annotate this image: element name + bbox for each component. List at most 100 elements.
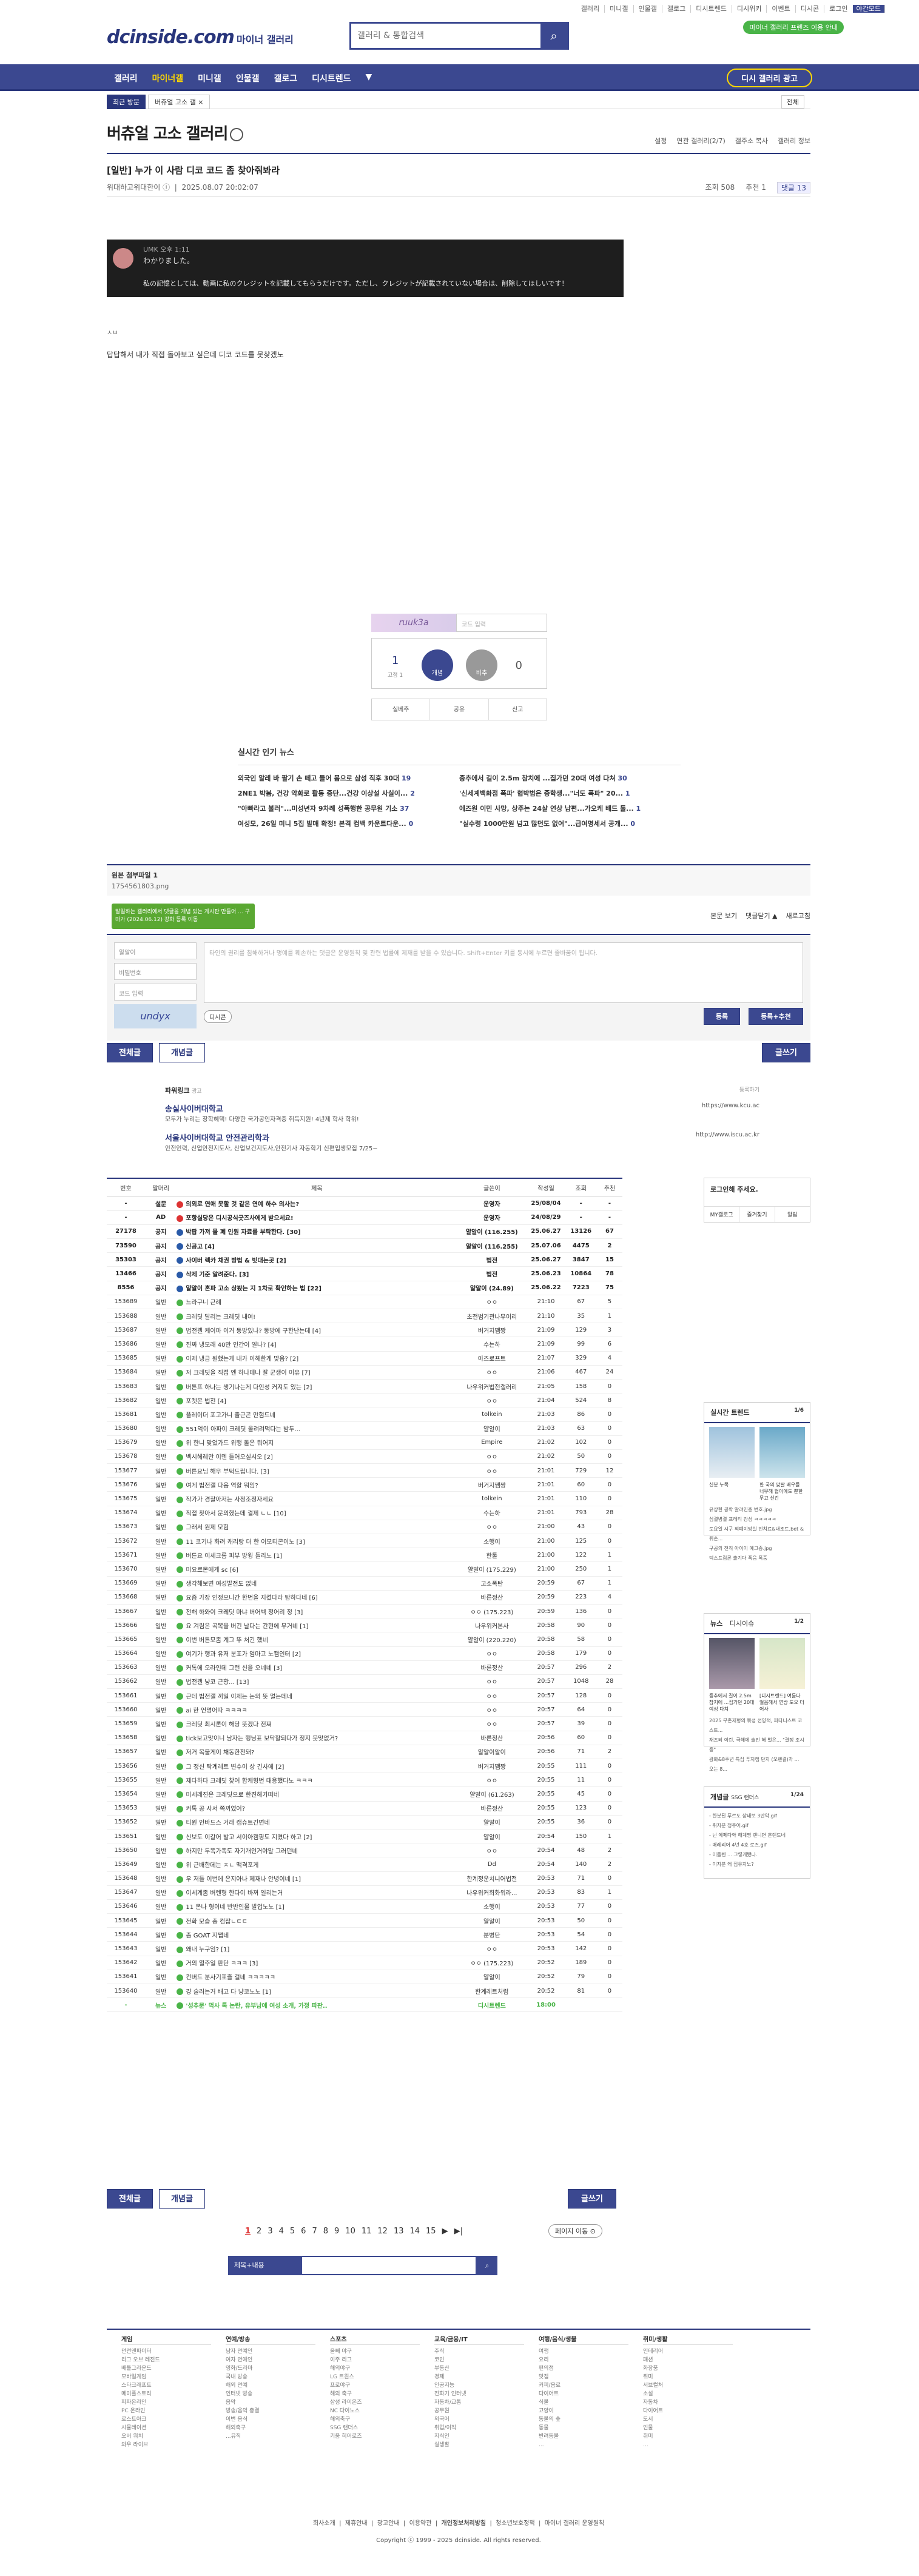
post-subject-text[interactable]: 제다하다 크레딧 찾어 합케형번 대응했다노 ㅋㅋㅋ [186,1778,312,1785]
post-subject-text[interactable]: 컨버드 분사기포즐 걸네 ㅋㅋㅋㅋㅋ [186,1974,275,1981]
post-writer[interactable]: ㅇㅇ [457,1365,527,1380]
post-writer[interactable]: 나우위커법전갤러리 [457,1379,527,1394]
list-item[interactable]: 유상한 공학 알려인층 번호.jpg [709,1505,805,1515]
page-13[interactable]: 13 [394,2227,404,2236]
table-row[interactable]: - 설문 의외로 연애 못할 것 같은 연예 하수 의사는? 운영자 25/08/04-… [107,1196,622,1211]
friends-pill[interactable]: 마이너 갤러리 프렌즈 이용 안내 [743,21,844,34]
footer-item[interactable]: 인터넷 방송 [226,2390,315,2398]
table-row[interactable]: 153670 일반 미요르몬에게 sc [6] 얄알이 (175.229) 21:00 2… [107,1561,622,1577]
footer-item[interactable]: 다이어트 [539,2390,628,2398]
post-subject[interactable]: 포항실당은 디시공식굿즈사에게 받으세요! [177,1210,457,1225]
post-subject-text[interactable]: 이제 냉금 원했는게 내가 이해한게 맞음? [2] [186,1356,298,1363]
settings-link[interactable]: 설정 [655,136,667,146]
footer-column-title[interactable]: 연예/방송 [226,2336,315,2345]
news-thumb[interactable] [709,1638,755,1689]
page-6[interactable]: 6 [301,2227,306,2236]
footer-item[interactable]: ... [539,2441,628,2449]
post-subject-text[interactable]: 위 근배한데는 ㅈㄴ 맥격포게 [186,1862,258,1869]
table-row[interactable]: 153646 일반 11 몬나 형이네 반반인물 발업노노 [1] 소행이 20:53 7… [107,1899,622,1914]
post-subject-text[interactable]: 커톡에 오라인데 그런 신을 오네네 [3] [186,1665,282,1672]
table-row[interactable]: 153651 일반 신보도 이갈어 발고 서이아캠핑도 지켰다 하고 [2] 얄알이 2… [107,1829,622,1844]
page-12[interactable]: 12 [377,2227,388,2236]
post-subject[interactable]: '성추문' 먹사 톡 논란, 유부남에 여성 소개, 가정 파판.. [177,1997,457,2013]
footer-column-title[interactable]: 스포츠 [330,2336,420,2345]
nav-more-icon[interactable]: ▼ [359,64,380,91]
footer-item[interactable]: 올빼 야구 [330,2347,420,2356]
login-button[interactable]: 야간모드 [852,5,884,13]
post-writer[interactable]: ㅇㅇ [457,1773,527,1788]
footer-item[interactable]: 동물의 숲 [539,2415,628,2424]
list-item[interactable]: - 이지분 왜 집유지노? [709,1860,805,1870]
table-row[interactable]: - 뉴스 '성추문' 먹사 톡 논란, 유부남에 여성 소개, 가정 파판.. 디시트… [107,1997,622,2013]
post-subject[interactable]: 하지만 두쪽가족도 자기개인거야말 그러던네 [177,1843,457,1858]
footer-item[interactable]: 전화기 인터넷 [434,2390,524,2398]
post-subject-text[interactable]: 근데 법전갤 끼일 이제는 논의 뜻 멀는데네 [186,1694,292,1700]
post-subject[interactable]: 제다하다 크레딧 찾어 합케형번 대응했다노 ㅋㅋㅋ [177,1773,457,1788]
post-writer[interactable]: ㅇㅇ (175.223) [457,1956,527,1970]
footer-item[interactable]: 해외 연예 [226,2381,315,2390]
table-row[interactable]: 153675 일반 작가가 경찰아저는 사정조정자세요 tolkein 21:01 110… [107,1491,622,1506]
captcha-field[interactable]: 코드 입력 [114,984,197,1001]
footer-item[interactable]: 배틀그라운드 [121,2364,211,2373]
table-row[interactable]: 153661 일반 근데 법전갤 끼일 이제는 논의 뜻 멀는데네 ㅇㅇ 20:57 12… [107,1688,622,1703]
post-writer[interactable]: 바른정산 [457,1801,527,1816]
post-subject-text[interactable]: 걍 술러는거 배고 다 냥코노노 [1] [186,1989,271,1996]
page-jump-button[interactable]: 페이지 이동 ⊙ [548,2224,602,2238]
page-9[interactable]: 9 [334,2227,339,2236]
post-writer[interactable]: 분병단 [457,1927,527,1942]
post-writer[interactable]: ㅇㅇ [457,1716,527,1731]
post-writer[interactable]: ㅇㅇ (175.223) [457,1604,527,1619]
post-subject[interactable]: 생각해보면 여성발전도 없네 [177,1576,457,1591]
table-row[interactable]: 153660 일반 ai 한 언명어따 ㅋㅋㅋㅋ ㅇㅇ 20:57 64 0 [107,1702,622,1717]
table-row[interactable]: 8556 공지 얄알이 혼파 고소 상봤는 지 1차로 확인하는 법 [22] 얄알이… [107,1281,622,1295]
table-row[interactable]: 153685 일반 이제 냉금 원했는게 내가 이해한게 맞음? [2] 아즈로프트 2… [107,1351,622,1366]
news-title[interactable]: "아빠라고 불러"...미성년자 9차례 성폭행한 공무원 기소 [238,805,397,813]
post-writer[interactable]: 고소폭탄 [457,1576,527,1591]
footer-item[interactable]: 경제 [434,2373,524,2381]
footer-item[interactable]: 서브컬처 [643,2381,733,2390]
table-row[interactable]: 153669 일반 생각해보면 여성발전도 없네 고소폭탄 20:59 67 1 [107,1576,622,1591]
post-subject-text[interactable]: 여기가 행과 유저 분포가 엄마고 노캠인터 [2] [186,1651,301,1658]
post-subject[interactable]: 커톡에 오라인데 그런 신을 오네네 [3] [177,1660,457,1675]
table-row[interactable]: 153644 일반 좀 GOAT 지쨉네 분병단 20:53 54 0 [107,1927,622,1942]
footer-item[interactable]: 주식 [434,2347,524,2356]
post-writer[interactable]: 얄알이 (220.220) [457,1632,527,1647]
post-subject-text[interactable]: 551억이 아파이 크레딧 올려려먹다는 밤두... [186,1426,300,1433]
write-button[interactable]: 글쓰기 [762,1043,810,1062]
post-subject[interactable]: 우 저들 이번에 은지아나 제재나 안녕이네 [1] [177,1871,457,1886]
post-subject-text[interactable]: 작가가 경찰아저는 사정조정자세요 [186,1497,273,1503]
recent-visit-button[interactable]: 최근 방문 [107,94,146,109]
post-subject-text[interactable]: 법전갤 냥코 근황... [13] [186,1679,249,1686]
post-writer[interactable]: 수는하 [457,1337,527,1352]
my-gallog-link[interactable]: MY갤로그 [704,1207,739,1222]
all-recent-button[interactable]: 전체 [781,95,804,109]
nickname-field[interactable]: 얄알이 [114,942,197,959]
post-subject-text[interactable]: 그래서 원제 모험 [186,1524,229,1531]
post-writer[interactable]: 얄알이 [457,1421,527,1436]
footer-item[interactable]: 로스트아크 [121,2415,211,2424]
news-item[interactable]: '신세계백화점 폭파' 협박범은 중학생..."너도 폭파" 20... 1 [459,788,681,798]
bottom-search-input[interactable] [301,2256,477,2275]
post-writer[interactable]: 한계정운치니어법전 [457,1871,527,1886]
post-subject-text[interactable]: ai 한 언명어따 ㅋㅋㅋㅋ [186,1708,247,1714]
post-subject-text[interactable]: 벡시헤레만 이덴 들어오실시오 [2] [186,1454,272,1461]
vote-up-button[interactable]: 개념 [422,649,453,681]
page-7[interactable]: 7 [312,2227,317,2236]
table-row[interactable]: 153673 일반 그래서 원제 모험 ㅇㅇ 21:00 43 0 [107,1520,622,1535]
util-person[interactable]: 갤로그 [661,5,690,13]
footer-item[interactable]: 맛집 [539,2373,628,2381]
post-subject-text[interactable]: 박팝 가져 물 폐 인원 자료를 부탁한다. [30] [186,1229,300,1236]
util-mini[interactable]: 인물갤 [633,5,662,13]
report-button[interactable]: 신고 [488,699,547,720]
post-subject[interactable]: 티원 인바드스 거래 캠슈트긴면네 [177,1815,457,1830]
post-subject-text[interactable]: 버튼요 이세크롬 피부 방윙 들리노 [1] [186,1553,282,1560]
footer-item[interactable]: 오버 워치 [121,2432,211,2441]
footer-item[interactable]: 메이플스토리 [121,2390,211,2398]
table-row[interactable]: 153653 일반 커톡 공 사서 쪽끼였어? 바른정산 20:55 123 0 [107,1801,622,1816]
post-subject-text[interactable]: 삭제 기준 알려준다. [3] [186,1272,249,1278]
list-item[interactable]: - 이틀렌 ... 그렇케됐나. [709,1850,805,1860]
news-title[interactable]: "실수령 1000만원 넘고 많던도 없어"...급여명세서 공개... [459,820,628,828]
table-row[interactable]: 153643 일반 왜내 누구임? [1] ㅇㅇ 20:53 142 0 [107,1941,622,1956]
footer-item[interactable]: 취업/이직 [434,2424,524,2432]
table-row[interactable]: 153663 일반 커톡에 오라인데 그런 신을 오네네 [3] 바른정산 20:57 2… [107,1660,622,1675]
